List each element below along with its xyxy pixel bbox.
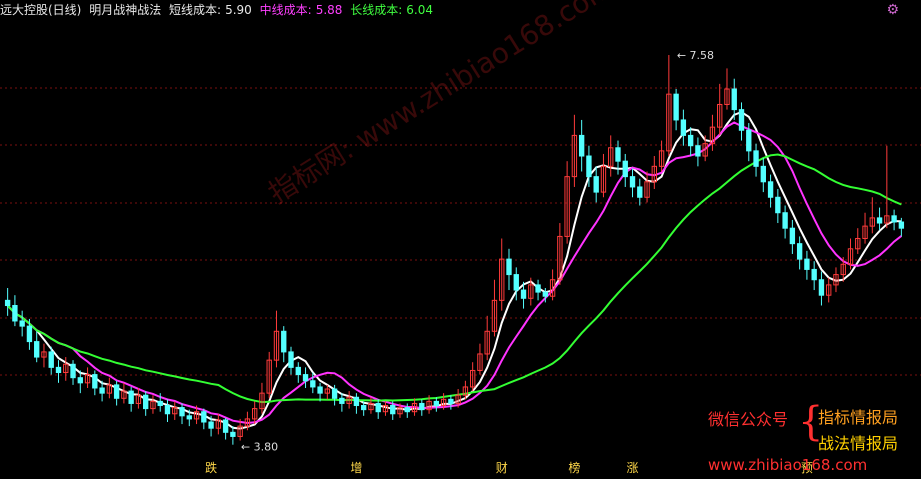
event-marker: 财 <box>496 461 508 475</box>
candle <box>637 186 643 198</box>
candle <box>201 411 207 423</box>
event-marker: 跌 <box>205 460 217 475</box>
low-label: ← 3.80 <box>241 441 278 454</box>
candle <box>753 150 759 167</box>
candle <box>230 431 236 437</box>
candle <box>796 243 803 260</box>
candle <box>92 374 98 389</box>
candle-series <box>4 54 905 445</box>
candle <box>208 421 214 429</box>
candle <box>12 305 18 322</box>
ad-name-1: 指标情报局 <box>818 408 899 427</box>
candle <box>55 366 62 374</box>
candle <box>302 374 309 382</box>
candle <box>891 215 897 223</box>
long-cost-value: 6.04 <box>406 3 433 17</box>
candle <box>179 407 185 417</box>
candle <box>506 258 512 276</box>
event-marker: 增 <box>350 461 362 475</box>
candle <box>673 93 679 121</box>
candle <box>622 160 628 178</box>
candle <box>687 134 694 147</box>
candle <box>542 291 549 297</box>
candle <box>789 227 796 245</box>
candle <box>19 320 25 327</box>
candle <box>615 147 621 162</box>
candle <box>70 363 76 379</box>
candle <box>164 405 171 415</box>
candle <box>578 134 585 157</box>
candle <box>695 145 701 157</box>
cost-lines <box>6 110 903 430</box>
candle <box>804 258 810 270</box>
candle <box>520 289 527 299</box>
candle <box>310 380 316 388</box>
candle <box>680 119 687 136</box>
candle <box>26 325 33 343</box>
candle <box>404 407 410 413</box>
candle <box>222 419 229 433</box>
candle <box>419 402 425 411</box>
high-label: ← 7.58 <box>677 49 714 62</box>
candle <box>782 212 788 229</box>
candle <box>331 388 338 399</box>
short-cost-label: 短线成本: <box>169 3 222 17</box>
site-url: www.zhibiao168.com <box>708 456 868 474</box>
candle <box>186 415 192 420</box>
candle <box>295 366 301 376</box>
short-cost-line <box>6 110 902 430</box>
chart-grid <box>0 87 921 376</box>
candle <box>818 279 825 296</box>
candle <box>360 405 367 411</box>
candle <box>876 217 883 224</box>
candle <box>128 390 134 404</box>
candle <box>513 274 519 291</box>
mid-cost-label: 中线成本: <box>259 3 312 17</box>
candle <box>746 129 752 152</box>
mid-cost-line <box>6 121 903 425</box>
candle <box>629 176 636 188</box>
candle <box>317 386 323 394</box>
candle <box>99 387 105 394</box>
candle <box>448 398 454 404</box>
candle <box>586 155 592 178</box>
short-cost-value: 5.90 <box>225 3 252 17</box>
candle <box>353 396 360 407</box>
candle <box>811 268 817 281</box>
candle <box>775 196 781 214</box>
candle <box>143 394 149 410</box>
candle <box>4 299 11 307</box>
mid-cost-value: 5.88 <box>315 3 343 17</box>
event-marker: 榜 <box>568 460 580 475</box>
candle <box>767 181 774 198</box>
candle <box>281 330 287 353</box>
candle <box>34 341 40 358</box>
wechat-label: 微信公众号 <box>708 410 789 429</box>
indicator-name: 明月战神战法 <box>89 3 162 17</box>
chart-header: 远大控股(日线) 明月战神战法 短线成本: 5.90 中线成本: 5.88 长线成本… <box>0 0 921 20</box>
candle <box>731 88 737 111</box>
candle <box>593 176 599 193</box>
candle <box>760 165 766 183</box>
candle <box>113 384 120 399</box>
stock-title: 远大控股(日线) <box>0 3 82 17</box>
long-cost-line <box>6 153 902 404</box>
candle <box>898 221 905 229</box>
candle <box>738 109 745 131</box>
gear-icon[interactable]: ⚙ <box>886 2 899 18</box>
candle <box>375 402 381 413</box>
candle <box>288 351 294 368</box>
candle <box>48 351 54 368</box>
ad-name-2: 战法情报局 <box>818 434 899 453</box>
candle <box>339 397 345 404</box>
candle <box>77 377 83 384</box>
candle <box>157 400 163 407</box>
candle <box>433 400 440 407</box>
event-marker: 涨 <box>627 460 639 475</box>
candle <box>390 405 396 415</box>
long-cost-label: 长线成本: <box>350 3 403 17</box>
candle <box>535 284 541 293</box>
